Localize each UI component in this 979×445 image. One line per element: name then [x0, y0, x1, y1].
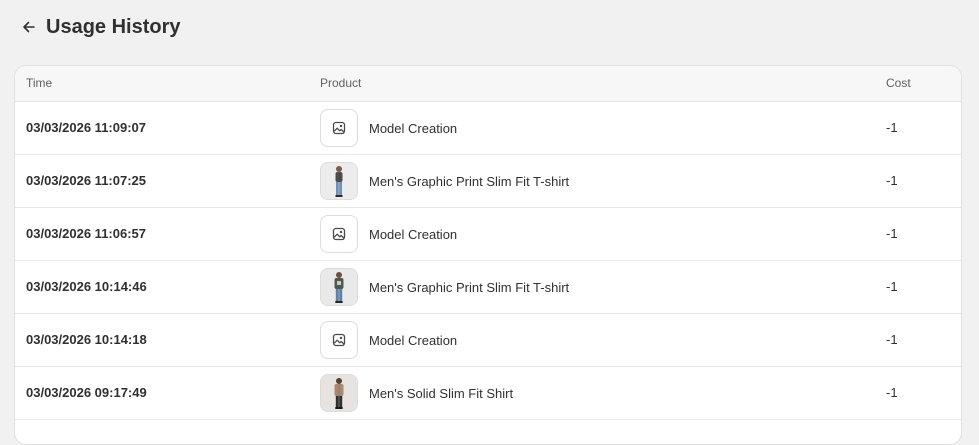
row-cost: -1: [886, 120, 898, 135]
row-product: Men's Graphic Print Slim Fit T-shirt: [320, 267, 569, 307]
row-product: Men's Graphic Print Slim Fit T-shirt: [320, 161, 569, 201]
row-product: Men's Solid Slim Fit Shirt: [320, 373, 513, 413]
usage-table: Time Product Cost 03/03/2026 11:09:07 Mo…: [14, 65, 962, 445]
table-row[interactable]: 03/03/2026 11:06:57 Model Creation -1: [15, 208, 961, 261]
row-time: 03/03/2026 10:14:46: [26, 279, 147, 294]
row-cost: -1: [886, 279, 898, 294]
image-placeholder-icon: [320, 109, 358, 147]
page-header: Usage History: [18, 12, 181, 42]
row-time: 03/03/2026 09:17:49: [26, 385, 147, 400]
row-time: 03/03/2026 11:09:07: [26, 120, 146, 135]
table-row[interactable]: 03/03/2026 11:09:07 Model Creation -1: [15, 102, 961, 155]
image-placeholder-icon: [320, 321, 358, 359]
row-product: Model Creation: [320, 108, 457, 148]
person-photo-icon: [321, 375, 357, 411]
row-cost: -1: [886, 173, 898, 188]
product-thumbnail: [320, 162, 358, 200]
column-header-cost: Cost: [886, 76, 911, 90]
product-name: Men's Graphic Print Slim Fit T-shirt: [369, 173, 570, 189]
row-product: Model Creation: [320, 214, 457, 254]
row-time: 03/03/2026 11:06:57: [26, 226, 146, 241]
product-name: Men's Solid Slim Fit Shirt: [369, 385, 514, 401]
image-placeholder-icon: [320, 215, 358, 253]
product-thumbnail: [320, 268, 358, 306]
table-row[interactable]: 03/03/2026 09:17:49 Men's Solid Slim Fit…: [15, 367, 961, 420]
product-name: Model Creation: [369, 332, 458, 348]
column-header-time: Time: [26, 76, 53, 90]
table-row[interactable]: 03/03/2026 11:07:25 Men's Graphic Print …: [15, 155, 961, 208]
product-name: Model Creation: [369, 120, 458, 136]
row-cost: -1: [886, 332, 898, 347]
row-product: Model Creation: [320, 320, 457, 360]
page-title: Usage History: [46, 15, 181, 38]
row-time: 03/03/2026 10:14:18: [26, 332, 147, 347]
person-photo-icon: [321, 163, 357, 199]
row-cost: -1: [886, 385, 898, 400]
product-name: Model Creation: [369, 226, 458, 242]
row-cost: -1: [886, 226, 898, 241]
product-name: Men's Graphic Print Slim Fit T-shirt: [369, 279, 570, 295]
product-thumbnail: [320, 374, 358, 412]
row-time: 03/03/2026 11:07:25: [26, 173, 146, 188]
table-header: Time Product Cost: [15, 66, 961, 102]
person-photo-icon: [321, 269, 357, 305]
arrow-left-icon: [23, 21, 35, 33]
table-row[interactable]: 03/03/2026 10:14:18 Model Creation -1: [15, 314, 961, 367]
back-button[interactable]: [18, 16, 40, 38]
column-header-product: Product: [320, 76, 362, 90]
table-row[interactable]: 03/03/2026 10:14:46 Men's Graphic Print …: [15, 261, 961, 314]
